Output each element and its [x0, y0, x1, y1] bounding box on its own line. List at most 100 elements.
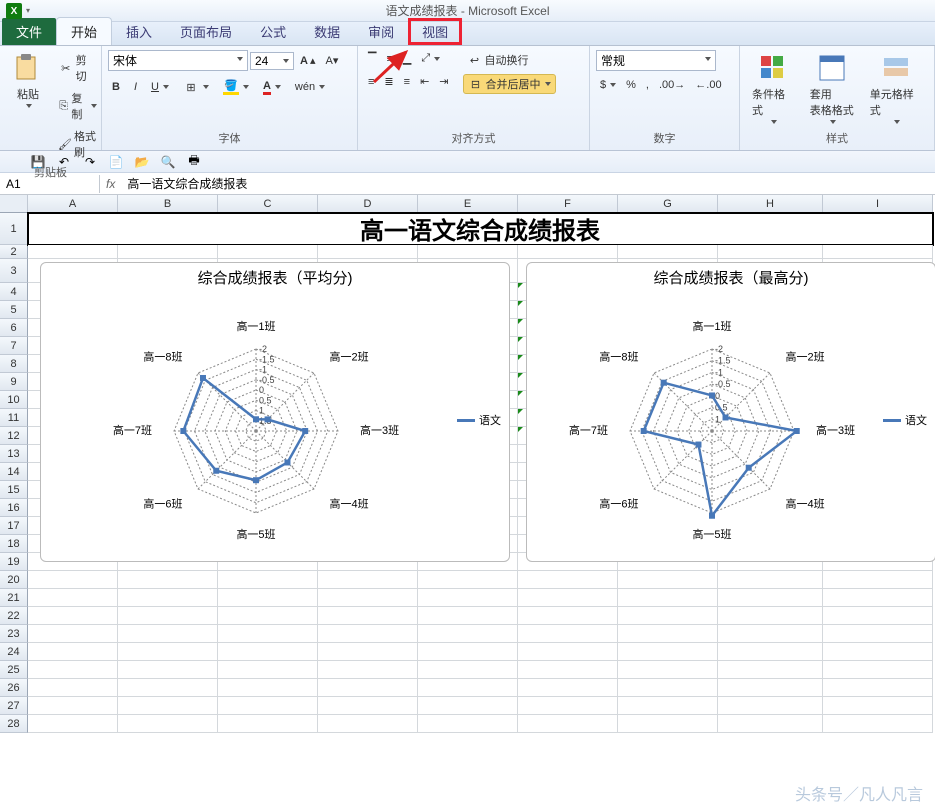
cell[interactable]	[118, 571, 218, 589]
cell[interactable]	[418, 245, 518, 259]
print-icon[interactable]: 🖶	[186, 154, 202, 170]
cell[interactable]	[218, 607, 318, 625]
radar-chart[interactable]: 综合成绩报表（最高分)高一1班高一2班高一3班高一4班高一5班高一6班高一7班高…	[526, 262, 935, 562]
row-header[interactable]: 2	[0, 245, 28, 259]
cell[interactable]	[28, 607, 118, 625]
paste-button[interactable]: 粘贴	[6, 50, 50, 110]
cell[interactable]	[118, 245, 218, 259]
cell[interactable]	[28, 697, 118, 715]
cell[interactable]	[318, 589, 418, 607]
dec-decimal-button[interactable]: ←.00	[691, 77, 725, 93]
cell[interactable]	[823, 245, 933, 259]
percent-button[interactable]: %	[622, 77, 640, 93]
cell[interactable]	[118, 589, 218, 607]
cond-format-button[interactable]: 条件格式	[746, 50, 800, 126]
cell[interactable]	[218, 571, 318, 589]
cell[interactable]	[318, 625, 418, 643]
row-header[interactable]: 24	[0, 643, 28, 661]
cell[interactable]	[318, 697, 418, 715]
cell[interactable]	[28, 589, 118, 607]
cell[interactable]	[718, 607, 823, 625]
tab-file[interactable]: 文件	[2, 18, 56, 45]
tab-insert[interactable]: 插入	[112, 18, 166, 45]
select-all-corner[interactable]	[0, 195, 28, 213]
cell[interactable]	[518, 625, 618, 643]
open-icon[interactable]: 📂	[134, 154, 150, 170]
col-header[interactable]: A	[28, 195, 118, 213]
cell[interactable]	[118, 643, 218, 661]
cell[interactable]	[618, 589, 718, 607]
row-header[interactable]: 19	[0, 553, 28, 571]
cell[interactable]	[823, 589, 933, 607]
cell[interactable]	[418, 571, 518, 589]
cell[interactable]	[823, 661, 933, 679]
cell[interactable]	[118, 679, 218, 697]
row-header[interactable]: 20	[0, 571, 28, 589]
cell[interactable]	[518, 643, 618, 661]
table-format-button[interactable]: 套用 表格格式	[804, 50, 860, 126]
cell[interactable]	[823, 607, 933, 625]
cell[interactable]	[618, 679, 718, 697]
row-header[interactable]: 7	[0, 337, 28, 355]
tab-view[interactable]: 视图	[408, 18, 462, 45]
cell[interactable]	[318, 607, 418, 625]
row-header[interactable]: 15	[0, 481, 28, 499]
currency-button[interactable]: $	[596, 77, 620, 93]
cell[interactable]	[118, 625, 218, 643]
formula-value[interactable]: 高一语文综合成绩报表	[121, 173, 935, 194]
shrink-font-button[interactable]: A▾	[321, 52, 342, 69]
row-header[interactable]: 18	[0, 535, 28, 553]
cell[interactable]	[618, 715, 718, 733]
row-header[interactable]: 26	[0, 679, 28, 697]
row-header[interactable]: 13	[0, 445, 28, 463]
indent-inc-button[interactable]: ⇥	[435, 73, 452, 90]
inc-decimal-button[interactable]: .00→	[655, 77, 689, 93]
row-header[interactable]: 16	[0, 499, 28, 517]
cell[interactable]	[718, 697, 823, 715]
cell[interactable]	[618, 571, 718, 589]
cell[interactable]	[318, 571, 418, 589]
cell[interactable]	[718, 643, 823, 661]
font-family-select[interactable]: 宋体	[108, 50, 248, 71]
row-header[interactable]: 1	[0, 213, 28, 245]
cell[interactable]	[28, 571, 118, 589]
cell[interactable]	[518, 589, 618, 607]
cell[interactable]	[718, 715, 823, 733]
cell[interactable]	[518, 571, 618, 589]
wrap-text-button[interactable]: ↩自动换行	[463, 50, 556, 70]
radar-chart[interactable]: 综合成绩报表（平均分)高一1班高一2班高一3班高一4班高一5班高一6班高一7班高…	[40, 262, 510, 562]
cell[interactable]	[618, 625, 718, 643]
cell[interactable]	[318, 245, 418, 259]
cell[interactable]	[718, 625, 823, 643]
cell[interactable]	[618, 643, 718, 661]
cell[interactable]	[718, 245, 823, 259]
row-header[interactable]: 21	[0, 589, 28, 607]
font-size-select[interactable]: 24	[250, 52, 294, 70]
row-header[interactable]: 9	[0, 373, 28, 391]
cell[interactable]	[218, 643, 318, 661]
row-header[interactable]: 27	[0, 697, 28, 715]
tab-pagelayout[interactable]: 页面布局	[166, 18, 246, 45]
row-header[interactable]: 8	[0, 355, 28, 373]
bold-button[interactable]: B	[108, 79, 124, 95]
row-header[interactable]: 12	[0, 427, 28, 445]
cell[interactable]	[518, 679, 618, 697]
cell[interactable]	[718, 661, 823, 679]
row-header[interactable]: 22	[0, 607, 28, 625]
row-header[interactable]: 14	[0, 463, 28, 481]
row-header[interactable]: 5	[0, 301, 28, 319]
align-bottom-button[interactable]: ▁	[399, 50, 415, 67]
cell[interactable]	[618, 697, 718, 715]
cell[interactable]	[718, 589, 823, 607]
grow-font-button[interactable]: A▴	[296, 52, 319, 69]
cell[interactable]	[218, 589, 318, 607]
align-middle-button[interactable]: ≡	[382, 51, 396, 67]
row-header[interactable]: 3	[0, 259, 28, 283]
border-button[interactable]: ⊞	[179, 77, 213, 97]
cell[interactable]	[518, 607, 618, 625]
row-header[interactable]: 11	[0, 409, 28, 427]
cell[interactable]	[823, 625, 933, 643]
cell[interactable]	[28, 661, 118, 679]
cell[interactable]	[518, 661, 618, 679]
cell[interactable]	[418, 661, 518, 679]
